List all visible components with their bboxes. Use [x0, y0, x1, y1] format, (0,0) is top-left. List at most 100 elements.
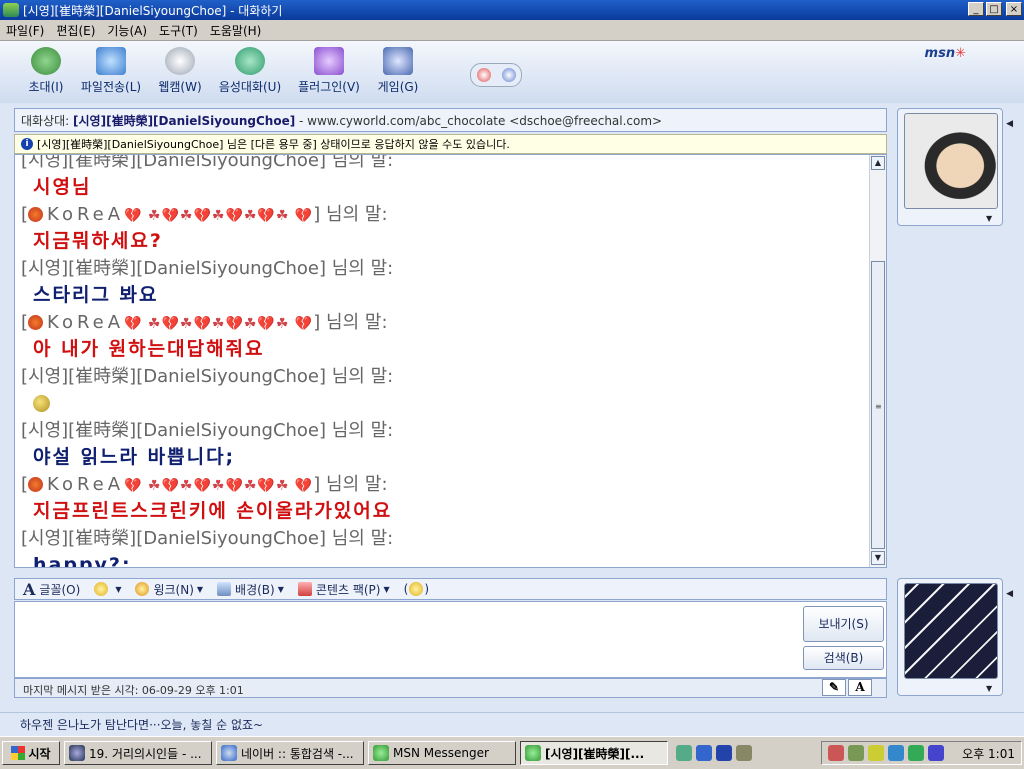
scroll-up-button[interactable]: ▲ [871, 156, 885, 170]
menu-edit[interactable]: 편집(E) [50, 22, 101, 39]
chevron-down-icon[interactable]: ▼ [986, 684, 992, 693]
task-ie-naver[interactable]: 네이버 :: 통합검색 -... [216, 741, 364, 765]
chat-message: 시영님 [33, 176, 92, 198]
chevron-down-icon: ▼ [115, 584, 122, 594]
input-mode-buttons: ✎ A [822, 679, 872, 696]
message-input[interactable] [14, 601, 887, 678]
menu-help[interactable]: 도움말(H) [204, 22, 268, 39]
wink-icon [135, 582, 150, 596]
paint-icon[interactable] [501, 68, 516, 82]
invite-icon [31, 47, 61, 75]
contact-display-picture[interactable] [904, 113, 998, 209]
collapse-arrow-icon[interactable]: ◀ [1006, 119, 1013, 129]
menu-file[interactable]: 파일(F) [0, 22, 50, 39]
menu-actions[interactable]: 기능(A) [101, 22, 153, 39]
quick-launch-icon[interactable] [696, 745, 712, 761]
gift-icon [297, 582, 312, 596]
ie-icon [221, 745, 237, 761]
broken-heart-emoticons: 💔 ☘💔☘💔☘💔☘💔☘ 💔 [124, 208, 314, 224]
invite-button[interactable]: 초대(I) [24, 47, 68, 95]
chat-speaker-line: [KoReA💔 ☘💔☘💔☘💔☘💔☘ 💔] 님의 말: [21, 474, 388, 495]
close-button[interactable]: × [1006, 2, 1022, 16]
tray-icon[interactable] [888, 745, 905, 761]
file-transfer-button[interactable]: 파일전송(L) [78, 47, 144, 95]
devil-emoticon-icon [28, 315, 44, 330]
chat-speaker-line: [시영][崔時榮][DanielSiyoungChoe] 님의 말: [21, 420, 394, 441]
file-transfer-label: 파일전송(L) [80, 80, 142, 94]
block-icon[interactable] [476, 68, 491, 82]
tray-icon[interactable] [828, 745, 845, 761]
collapse-arrow-icon[interactable]: ◀ [1006, 589, 1013, 599]
chevron-down-icon: ▼ [196, 584, 204, 594]
background-icon [217, 582, 232, 596]
nudge-icon [409, 582, 424, 596]
content-pack-button[interactable]: 콘텐츠 팩(P) ▼ [297, 581, 390, 598]
smiley-icon [94, 582, 109, 596]
wink-label: 윙크(N) [153, 582, 194, 597]
system-tray: 오후 1:01 [821, 741, 1022, 765]
menu-bar: 파일(F) 편집(E) 기능(A) 도구(T) 도움말(H) [0, 20, 1024, 41]
webcam-button[interactable]: 웹캠(W) [154, 47, 206, 95]
background-button[interactable]: 배경(B) ▼ [217, 581, 284, 598]
block-buttons [470, 63, 522, 87]
window-title: [시영][崔時榮][DanielSiyoungChoe] - 대화하기 [23, 3, 283, 18]
clock[interactable]: 오후 1:01 [962, 745, 1015, 762]
tray-icon[interactable] [848, 745, 865, 761]
devil-emoticon-icon [28, 477, 44, 492]
ad-banner[interactable]: 하우젠 은나노가 탐난다면···오늘, 놓칠 순 없죠~ [0, 712, 1024, 736]
tray-icon[interactable] [928, 745, 945, 761]
contact-display-picture-frame: ▼ ◀ [897, 108, 1013, 226]
chat-speaker-line: [시영][崔時榮][DanielSiyoungChoe] 님의 말: [21, 258, 394, 279]
chat-message: 스타리그 봐요 [33, 284, 159, 306]
nudge-button[interactable]: () [404, 582, 429, 596]
scroll-thumb[interactable]: ≡ [871, 261, 885, 549]
format-toolbar: A 글꼴(O) ▼ 윙크(N) ▼ 배경(B) ▼ 콘텐츠 팩(P) ▼ () [14, 578, 887, 600]
start-button[interactable]: 시작 [2, 741, 60, 765]
tray-icon[interactable] [908, 745, 925, 761]
voice-chat-button[interactable]: 음성대화(U) [216, 47, 284, 95]
chevron-down-icon: ▼ [383, 584, 390, 594]
devil-emoticon-icon [28, 207, 44, 222]
text-mode-icon[interactable]: A [848, 679, 872, 696]
menu-tools[interactable]: 도구(T) [153, 22, 204, 39]
wink-button[interactable]: 윙크(N) ▼ [135, 581, 203, 598]
chevron-down-icon[interactable]: ▼ [986, 214, 992, 223]
quick-launch-icon[interactable] [736, 745, 752, 761]
search-button[interactable]: 검색(B) [803, 646, 884, 670]
handwriting-icon[interactable]: ✎ [822, 679, 846, 696]
chat-message: happy?; [33, 554, 132, 568]
task-msn-chat[interactable]: [시영][崔時榮][... [520, 741, 668, 765]
title-bar[interactable]: [시영][崔時榮][DanielSiyoungChoe] - 대화하기 _ □ … [0, 0, 1024, 20]
chat-message: 아 내가 원하는대답해줘요 [33, 338, 265, 360]
send-button[interactable]: 보내기(S) [803, 606, 884, 642]
scroll-down-button[interactable]: ▼ [871, 551, 885, 565]
status-notice-text: [시영][崔時榮][DanielSiyoungChoe] 님은 [다른 용무 중… [37, 138, 510, 151]
contact-prefix: 대화상대: [21, 114, 74, 128]
plugin-button[interactable]: 플러그인(V) [294, 47, 364, 95]
maximize-button[interactable]: □ [986, 2, 1002, 16]
quick-launch-icon[interactable] [716, 745, 732, 761]
webcam-label: 웹캠(W) [158, 80, 202, 94]
game-button[interactable]: 게임(G) [372, 47, 424, 95]
font-button[interactable]: A 글꼴(O) [23, 580, 80, 599]
task-media-player[interactable]: 19. 거리의시인들 - ... [64, 741, 212, 765]
task-msn-messenger[interactable]: MSN Messenger [368, 741, 516, 765]
webcam-icon [165, 47, 195, 75]
window-controls: _ □ × [968, 2, 1022, 16]
chat-history[interactable]: [시영][崔時榮][DanielSiyoungChoe] 님의 말: 시영님 [… [14, 154, 887, 568]
emoticon-button[interactable]: ▼ [94, 582, 121, 596]
msn-icon [373, 745, 389, 761]
chat-speaker-line: [KoReA💔 ☘💔☘💔☘💔☘💔☘ 💔] 님의 말: [21, 204, 388, 225]
quick-launch-icon[interactable] [676, 745, 692, 761]
minimize-button[interactable]: _ [968, 2, 984, 16]
chat-message-emoticon [21, 390, 866, 417]
chevron-down-icon: ▼ [277, 584, 284, 594]
chat-scrollbar[interactable]: ▲ ≡ ▼ [869, 155, 886, 567]
my-display-picture[interactable] [904, 583, 998, 679]
tray-icon[interactable] [868, 745, 885, 761]
my-display-picture-frame: ▼ ◀ [897, 578, 1013, 696]
chat-message: 지금프린트스크린키에 손이올라가있어요 [33, 500, 393, 522]
chat-speaker-line: [시영][崔時榮][DanielSiyoungChoe] 님의 말: [21, 528, 394, 549]
ad-text: 하우젠 은나노가 탐난다면···오늘, 놓칠 순 없죠~ [20, 718, 264, 732]
quick-launch [676, 745, 752, 761]
